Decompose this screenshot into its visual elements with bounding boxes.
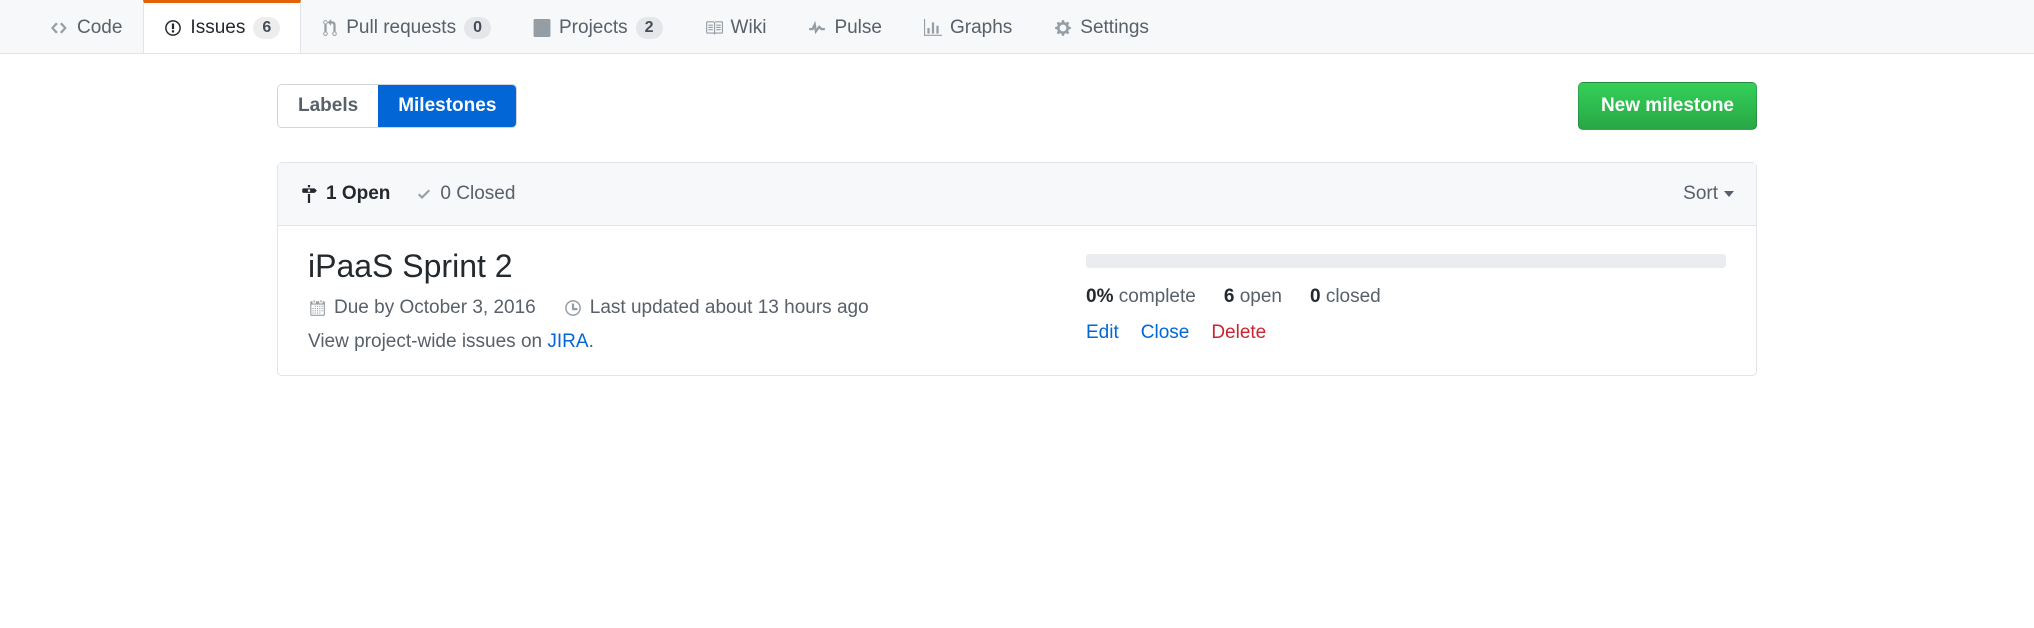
nav-projects-label: Projects: [559, 17, 628, 39]
nav-settings[interactable]: Settings: [1033, 0, 1170, 53]
nav-pulls[interactable]: Pull requests 0: [301, 0, 512, 53]
nav-code[interactable]: Code: [30, 0, 143, 53]
nav-projects-count: 2: [636, 17, 663, 39]
nav-wiki-label: Wiki: [731, 17, 767, 39]
calendar-icon: [308, 299, 326, 317]
desc-suffix: .: [589, 331, 594, 352]
desc-prefix: View project-wide issues on: [308, 331, 547, 352]
milestone-title[interactable]: iPaaS Sprint 2: [308, 248, 1026, 285]
filter-closed[interactable]: 0 Closed: [416, 183, 515, 205]
nav-settings-label: Settings: [1080, 17, 1149, 39]
caret-down-icon: [1724, 191, 1734, 197]
milestone-icon: [300, 185, 318, 203]
stat-open: 6 open: [1224, 286, 1282, 308]
milestone-row: iPaaS Sprint 2 Due by October 3, 2016 La…: [278, 226, 1756, 375]
milestone-meta: Due by October 3, 2016 Last updated abou…: [308, 297, 1026, 319]
milestone-info: iPaaS Sprint 2 Due by October 3, 2016 La…: [308, 248, 1026, 353]
clock-icon: [564, 299, 582, 317]
state-filter: 1 Open 0 Closed: [300, 183, 515, 205]
milestone-description: View project-wide issues on JIRA.: [308, 331, 1026, 353]
git-pull-request-icon: [322, 19, 338, 37]
stat-closed: 0 closed: [1310, 286, 1381, 308]
milestone-stats: 0% complete 6 open 0 closed Edit Close D…: [1086, 248, 1726, 353]
nav-graphs-label: Graphs: [950, 17, 1012, 39]
main-container: Labels Milestones New milestone 1 Open 0…: [247, 54, 1787, 404]
gear-icon: [1054, 19, 1072, 37]
issue-opened-icon: [164, 19, 182, 37]
filter-closed-label: 0 Closed: [440, 183, 515, 205]
code-icon: [51, 19, 69, 37]
progress-bar: [1086, 254, 1726, 268]
nav-pulls-label: Pull requests: [346, 17, 456, 39]
milestone-due: Due by October 3, 2016: [334, 297, 536, 319]
jira-link[interactable]: JIRA: [547, 331, 588, 352]
new-milestone-button[interactable]: New milestone: [1578, 82, 1757, 130]
labels-milestones-toggle: Labels Milestones: [277, 84, 517, 128]
stats-row: 0% complete 6 open 0 closed: [1086, 286, 1726, 308]
graph-icon: [924, 19, 942, 37]
subnav: Labels Milestones New milestone: [277, 82, 1757, 130]
book-icon: [705, 19, 723, 37]
sort-label: Sort: [1683, 183, 1718, 205]
delete-link[interactable]: Delete: [1211, 322, 1266, 344]
milestone-actions: Edit Close Delete: [1086, 322, 1726, 344]
nav-issues-count: 6: [253, 17, 280, 39]
nav-pulls-count: 0: [464, 17, 491, 39]
milestones-header: 1 Open 0 Closed Sort: [278, 163, 1756, 226]
nav-issues[interactable]: Issues 6: [143, 0, 301, 53]
nav-projects[interactable]: Projects 2: [512, 0, 684, 53]
nav-issues-label: Issues: [190, 17, 245, 39]
milestones-box: 1 Open 0 Closed Sort iPaaS Sprint 2 Due …: [277, 162, 1757, 376]
nav-graphs[interactable]: Graphs: [903, 0, 1033, 53]
close-link[interactable]: Close: [1141, 322, 1190, 344]
labels-tab[interactable]: Labels: [278, 85, 378, 127]
sort-menu[interactable]: Sort: [1683, 183, 1734, 205]
nav-code-label: Code: [77, 17, 122, 39]
nav-wiki[interactable]: Wiki: [684, 0, 788, 53]
nav-pulse[interactable]: Pulse: [787, 0, 903, 53]
filter-open[interactable]: 1 Open: [300, 183, 390, 205]
edit-link[interactable]: Edit: [1086, 322, 1119, 344]
milestones-tab[interactable]: Milestones: [378, 85, 516, 127]
stat-complete: 0% complete: [1086, 286, 1196, 308]
filter-open-label: 1 Open: [326, 183, 390, 205]
check-icon: [416, 186, 432, 202]
repo-nav: Code Issues 6 Pull requests 0 Projects 2…: [0, 0, 2034, 54]
nav-pulse-label: Pulse: [834, 17, 882, 39]
pulse-icon: [808, 19, 826, 37]
project-icon: [533, 19, 551, 37]
milestone-updated: Last updated about 13 hours ago: [590, 297, 869, 319]
